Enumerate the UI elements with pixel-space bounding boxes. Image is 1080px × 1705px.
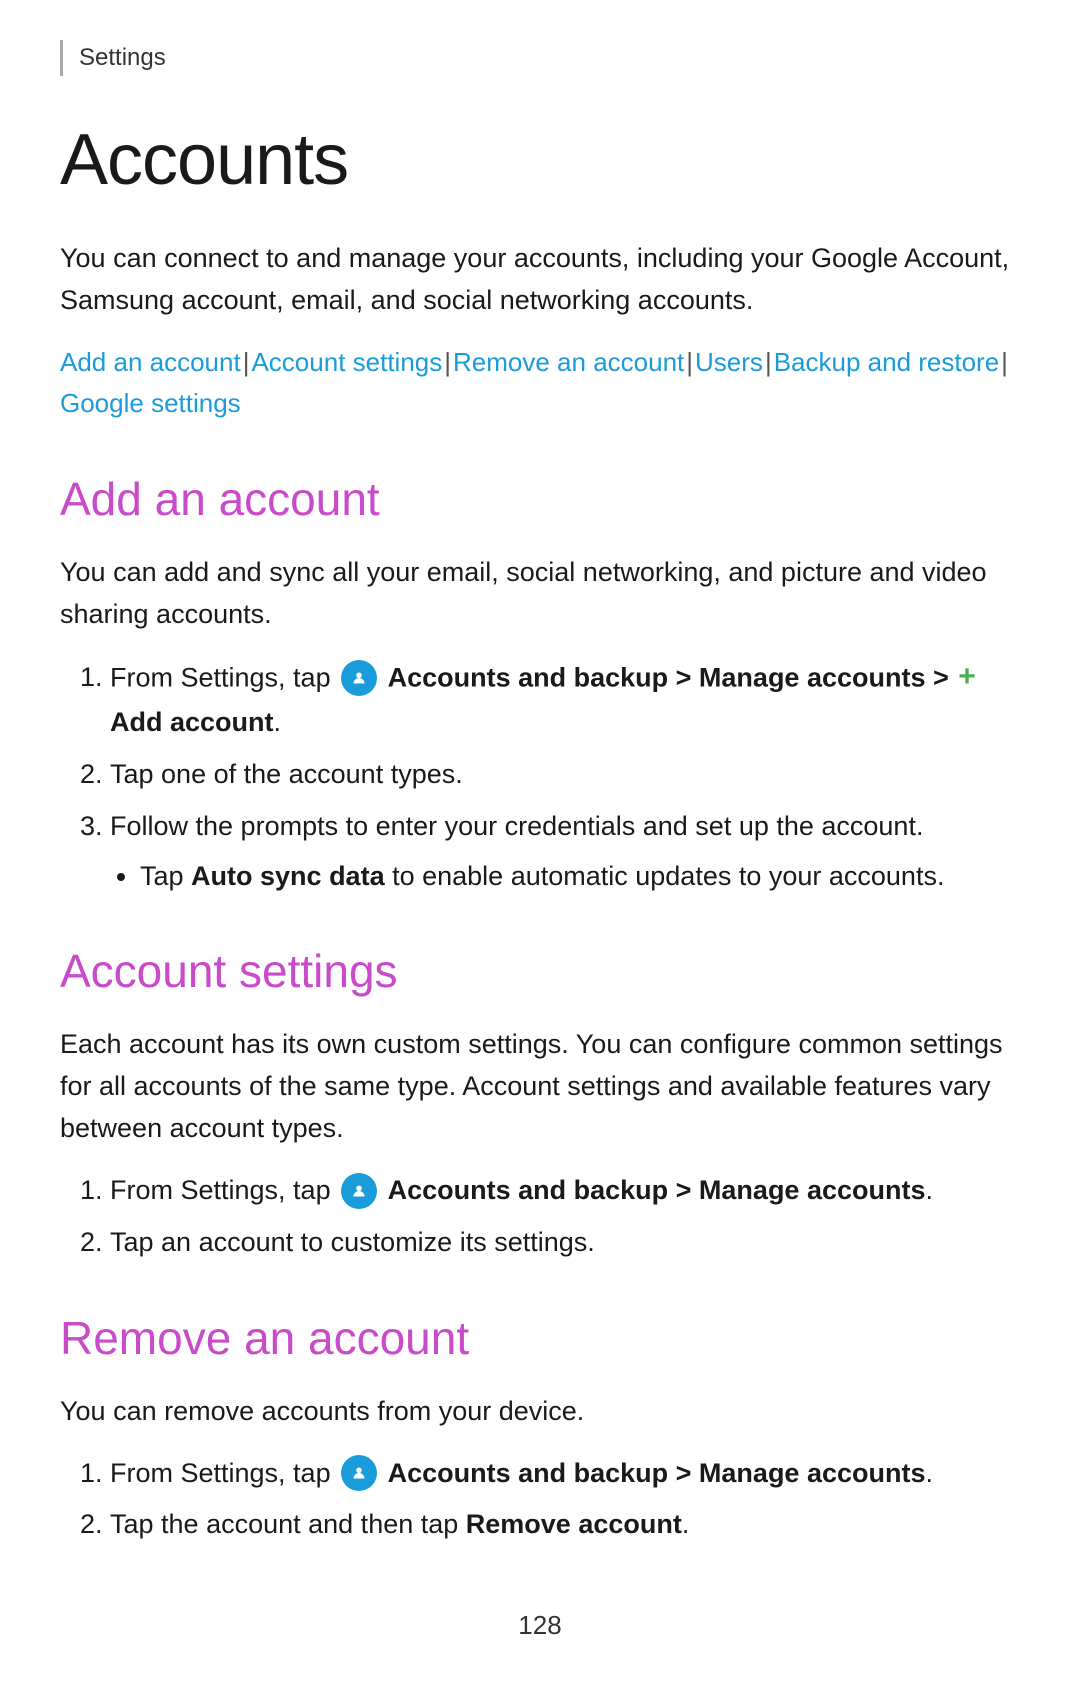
remove-account-bold: Remove account [466, 1509, 682, 1539]
section-title-add-an-account: Add an account [60, 465, 1020, 534]
step1-text-bold: Accounts and backup > Manage accounts > [388, 662, 949, 692]
nav-links: Add an account|Account settings|Remove a… [60, 342, 1020, 425]
step1-add-account: Add account [110, 707, 274, 737]
step-item: Follow the prompts to enter your credent… [110, 806, 1020, 898]
intro-text: You can connect to and manage your accou… [60, 238, 1020, 322]
nav-link-account-settings[interactable]: Account settings [251, 347, 442, 377]
step1-bold: Accounts and backup > Manage accounts [388, 1175, 926, 1205]
accounts-icon [341, 1173, 377, 1209]
step-item: From Settings, tap Accounts and backup >… [110, 1170, 1020, 1212]
sub-step-item: Tap Auto sync data to enable automatic u… [140, 856, 1020, 898]
steps-list-remove-an-account: From Settings, tap Accounts and backup >… [60, 1453, 1020, 1547]
step-item: From Settings, tap Accounts and backup >… [110, 1453, 1020, 1495]
accounts-icon [341, 660, 377, 696]
nav-link-backup-and-restore[interactable]: Backup and restore [774, 347, 999, 377]
nav-link-add-an-account[interactable]: Add an account [60, 347, 241, 377]
section-remove-an-account: Remove an account You can remove account… [60, 1304, 1020, 1547]
step1-bold: Accounts and backup > Manage accounts [388, 1458, 926, 1488]
plus-icon: + [958, 654, 976, 701]
sub-steps-list: Tap Auto sync data to enable automatic u… [110, 856, 1020, 898]
steps-list-add-an-account: From Settings, tap Accounts and backup >… [60, 656, 1020, 898]
settings-label: Settings [60, 40, 1020, 76]
section-desc-account-settings: Each account has its own custom settings… [60, 1024, 1020, 1150]
nav-link-users[interactable]: Users [695, 347, 763, 377]
nav-link-google-settings[interactable]: Google settings [60, 388, 241, 418]
section-add-an-account: Add an account You can add and sync all … [60, 465, 1020, 898]
step-item: Tap one of the account types. [110, 754, 1020, 796]
section-title-account-settings: Account settings [60, 937, 1020, 1006]
accounts-icon [341, 1455, 377, 1491]
steps-list-account-settings: From Settings, tap Accounts and backup >… [60, 1170, 1020, 1264]
step-item: Tap an account to customize its settings… [110, 1222, 1020, 1264]
section-desc-add-an-account: You can add and sync all your email, soc… [60, 552, 1020, 636]
page-number: 128 [60, 1606, 1020, 1645]
section-account-settings: Account settings Each account has its ow… [60, 937, 1020, 1263]
auto-sync-bold: Auto sync data [191, 861, 385, 891]
step-item: From Settings, tap Accounts and backup >… [110, 656, 1020, 744]
nav-link-remove-an-account[interactable]: Remove an account [453, 347, 684, 377]
section-title-remove-an-account: Remove an account [60, 1304, 1020, 1373]
step-item: Tap the account and then tap Remove acco… [110, 1504, 1020, 1546]
page-title: Accounts [60, 106, 1020, 214]
